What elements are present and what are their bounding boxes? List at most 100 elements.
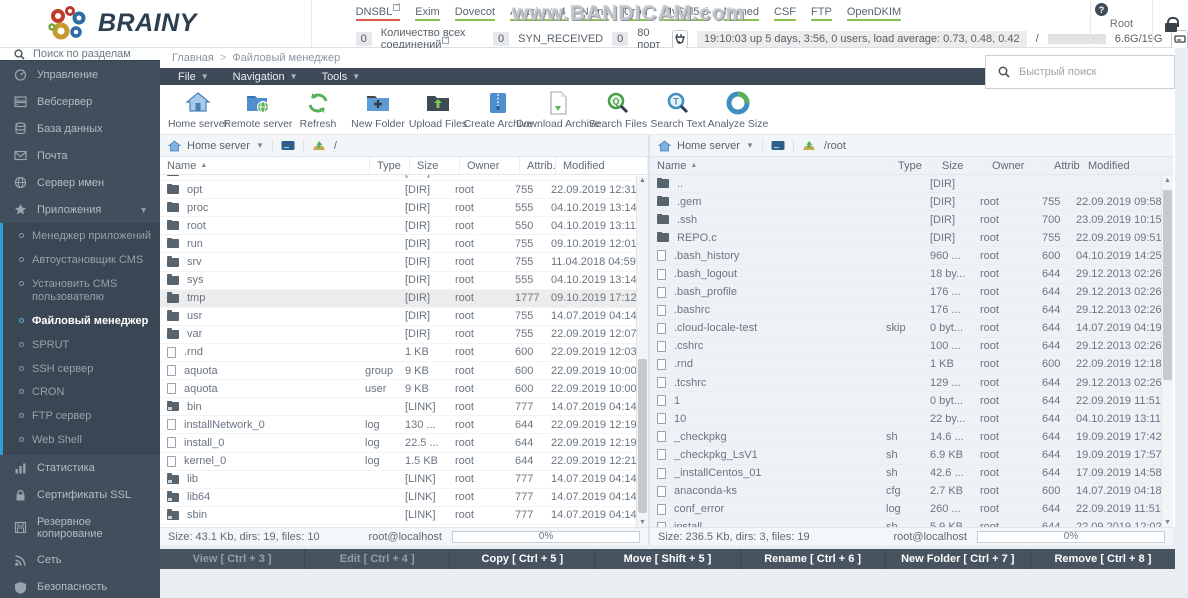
sidebar-item-cms-autoinstaller[interactable]: Автоустановщик CMS (3, 249, 160, 273)
rename-button[interactable]: Rename [ Ctrl + 6 ] (741, 549, 886, 569)
col-size[interactable]: Size (935, 157, 985, 174)
download-archive-button[interactable]: Download Archive (528, 90, 588, 130)
service-link-ftp[interactable]: FTP (811, 6, 832, 21)
sidebar-search-input[interactable]: Поиск по разделам (0, 48, 160, 61)
drive-icon[interactable] (771, 140, 785, 151)
sidebar-item-statistics[interactable]: Статистика (0, 455, 160, 482)
table-row[interactable]: sys [DIR] root 555 04.10.2019 13:14... (160, 272, 636, 290)
scroll-up-icon[interactable]: ▲ (1162, 177, 1173, 184)
sidebar-item-security[interactable]: Безопасность (0, 574, 160, 598)
sidebar-item-ssh-server[interactable]: SSH сервер (3, 358, 160, 382)
sidebar-item-ssl-certificates[interactable]: Сертификаты SSL (0, 482, 160, 509)
search-files-button[interactable]: Q Search Files (588, 90, 648, 130)
col-attrib[interactable]: Attrib... (520, 157, 556, 174)
table-row[interactable]: _checkpkg_LsV1 sh 6.9 KB root 644 19.09.… (650, 446, 1161, 464)
logout-button[interactable] (1152, 0, 1188, 48)
table-row[interactable]: anaconda-ks cfg 2.7 KB root 600 14.07.20… (650, 483, 1161, 501)
menu-file[interactable]: File▼ (166, 68, 221, 85)
table-row[interactable]: installNetwork_0 log 130 ... root 644 22… (160, 416, 636, 434)
table-row[interactable]: .tcshrc 129 ... root 644 29.12.2013 02:2… (650, 374, 1161, 392)
remove-button[interactable]: Remove [ Ctrl + 8 ] (1031, 549, 1175, 569)
refresh-button[interactable]: Refresh (288, 90, 348, 130)
col-attrib[interactable]: Attrib... (1047, 157, 1081, 174)
table-row[interactable]: _installCentos_01 sh 42.6 ... root 644 1… (650, 465, 1161, 483)
table-row[interactable]: 10 22 by... root 644 04.10.2019 13:11... (650, 410, 1161, 428)
sidebar-item-applications[interactable]: Приложения ▼ (0, 196, 160, 223)
table-row[interactable]: tmp [DIR] root 1777 09.10.2019 17:12... (160, 290, 636, 308)
service-link-nginx[interactable]: Nginx (581, 6, 609, 21)
sidebar-item-web-shell[interactable]: Web Shell (3, 429, 160, 453)
sidebar-item-database[interactable]: База данных (0, 115, 160, 142)
edit-button[interactable]: Edit [ Ctrl + 4 ] (305, 549, 450, 569)
sidebar-item-cron[interactable]: CRON (3, 381, 160, 405)
col-type[interactable]: Type (370, 157, 410, 174)
current-user[interactable]: Root (1090, 0, 1152, 48)
table-row[interactable]: .rnd 1 KB root 600 22.09.2019 12:18... (650, 356, 1161, 374)
left-scrollbar[interactable]: ▲ ▼ (636, 176, 648, 527)
table-row[interactable]: sbin [LINK] root 777 14.07.2019 04:14... (160, 507, 636, 525)
table-row[interactable]: 1 0 byt... root 644 22.09.2019 11:51... (650, 392, 1161, 410)
table-row[interactable]: aquota user 9 KB root 600 22.09.2019 10:… (160, 380, 636, 398)
col-type[interactable]: Type (891, 157, 935, 174)
service-link-named[interactable]: Named (724, 6, 759, 21)
service-link-dovecot[interactable]: Dovecot (455, 6, 495, 21)
table-row[interactable]: root [DIR] root 550 04.10.2019 13:11... (160, 217, 636, 235)
service-link-mysql[interactable]: MySql5.5 (663, 6, 709, 21)
scroll-up-icon[interactable]: ▲ (637, 177, 648, 184)
breadcrumb-home[interactable]: Главная (172, 52, 214, 64)
table-row[interactable]: .cloud-locale-test skip 0 byt... root 64… (650, 320, 1161, 338)
table-row[interactable]: _checkpkg sh 14.6 ... root 644 19.09.201… (650, 428, 1161, 446)
sidebar-item-network[interactable]: Сеть (0, 547, 160, 574)
table-row[interactable]: REPO.c [DIR] root 755 22.09.2019 09:51..… (650, 229, 1161, 247)
service-link-cron[interactable]: Cron (624, 6, 648, 21)
table-row[interactable]: .. [DIR] (650, 175, 1161, 193)
up-level-icon[interactable] (802, 140, 816, 152)
right-scrollbar[interactable]: ▲ ▼ (1161, 176, 1173, 527)
table-row[interactable]: var [DIR] root 755 22.09.2019 12:07... (160, 326, 636, 344)
table-row[interactable]: run [DIR] root 755 09.10.2019 12:01... (160, 235, 636, 253)
sidebar-item-management[interactable]: Управление (0, 61, 160, 88)
sidebar-item-backup[interactable]: Резервное копирование (0, 509, 160, 547)
right-server-selector[interactable]: Home server ▼ (658, 140, 754, 152)
table-row[interactable]: aquota group 9 KB root 600 22.09.2019 10… (160, 362, 636, 380)
table-row[interactable]: kernel_0 log 1.5 KB root 644 22.09.2019 … (160, 453, 636, 471)
table-row[interactable]: install_0 log 22.5 ... root 644 22.09.20… (160, 434, 636, 452)
remote-server-button[interactable]: Remote server (228, 90, 288, 130)
table-row[interactable]: opt [DIR] root 755 22.09.2019 12:31... (160, 181, 636, 199)
view-button[interactable]: View [ Ctrl + 3 ] (160, 549, 305, 569)
table-row[interactable]: conf_error log 260 ... root 644 22.09.20… (650, 501, 1161, 519)
move-button[interactable]: Move [ Shift + 5 ] (595, 549, 740, 569)
sidebar-item-file-manager[interactable]: Файловый менеджер (3, 310, 160, 334)
menu-navigation[interactable]: Navigation▼ (221, 68, 310, 85)
col-modified[interactable]: Modified (1081, 157, 1173, 174)
scroll-down-icon[interactable]: ▼ (1162, 519, 1173, 526)
table-row[interactable]: install sh 5.9 KB root 644 22.09.2019 12… (650, 519, 1161, 527)
table-row[interactable]: .ssh [DIR] root 700 23.09.2019 10:15... (650, 211, 1161, 229)
table-row[interactable]: .rnd 1 KB root 600 22.09.2019 12:03... (160, 344, 636, 362)
table-row[interactable]: .bash_profile 176 ... root 644 29.12.201… (650, 284, 1161, 302)
table-row[interactable]: srv [DIR] root 755 11.04.2018 04:59... (160, 253, 636, 271)
sidebar-item-install-cms[interactable]: Установить CMS пользователю (3, 273, 160, 311)
scroll-down-icon[interactable]: ▼ (637, 519, 648, 526)
sidebar-item-ftp-server[interactable]: FTP сервер (3, 405, 160, 429)
table-row[interactable]: .bash_logout 18 by... root 644 29.12.201… (650, 265, 1161, 283)
col-owner[interactable]: Owner (985, 157, 1047, 174)
table-row[interactable]: lib [LINK] root 777 14.07.2019 04:14... (160, 471, 636, 489)
new-folder-button[interactable]: New Folder (348, 90, 408, 130)
col-name[interactable]: Name▲ (650, 157, 891, 174)
table-row[interactable]: .gem [DIR] root 755 22.09.2019 09:58... (650, 193, 1161, 211)
col-size[interactable]: Size (410, 157, 460, 174)
table-row[interactable]: proc [DIR] root 555 04.10.2019 13:14... (160, 199, 636, 217)
up-level-icon[interactable] (312, 140, 326, 152)
sidebar-item-mail[interactable]: Почта (0, 142, 160, 169)
col-owner[interactable]: Owner (460, 157, 520, 174)
connections-plug-button[interactable] (672, 30, 689, 49)
service-link-exim[interactable]: Exim (415, 6, 439, 21)
sidebar-item-nameserver[interactable]: Сервер имен (0, 169, 160, 196)
table-row[interactable]: .bash_history 960 ... root 600 04.10.201… (650, 247, 1161, 265)
service-link-opendkim[interactable]: OpenDKIM (847, 6, 901, 21)
table-row[interactable]: .cshrc 100 ... root 644 29.12.2013 02:26… (650, 338, 1161, 356)
copy-button[interactable]: Copy [ Ctrl + 5 ] (450, 549, 595, 569)
scroll-thumb[interactable] (1163, 190, 1172, 380)
menu-tools[interactable]: Tools▼ (310, 68, 373, 85)
